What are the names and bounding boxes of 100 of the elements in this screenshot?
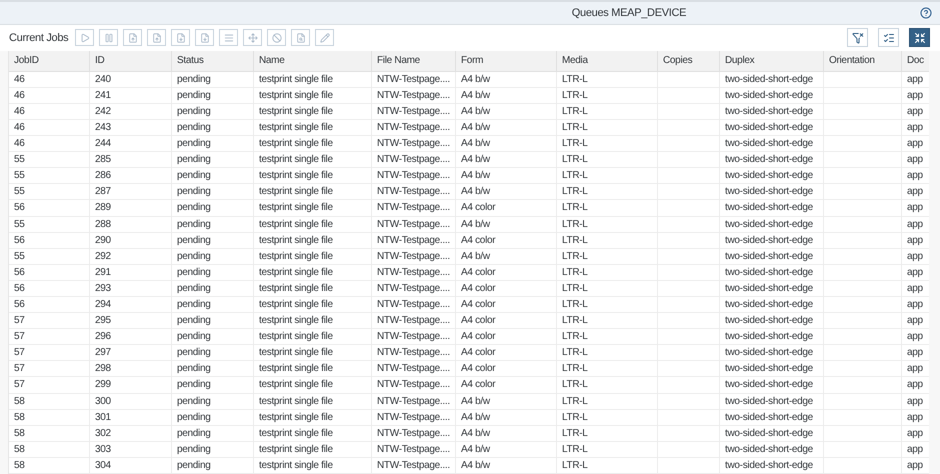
toolbar-button[interactable] — [243, 29, 262, 46]
table-cell-text: testprint single file — [259, 234, 333, 248]
column-header[interactable]: JobID — [9, 50, 90, 71]
table-cell-text: testprint single file — [259, 330, 333, 344]
table-cell-text: pending — [177, 282, 210, 296]
table-cell-text: 58 — [14, 458, 25, 473]
table-cell-text: two-sided-short-edge — [725, 201, 813, 216]
table-cell-text: testprint single file — [259, 72, 333, 87]
table-cell-text: 297 — [95, 346, 111, 360]
table-cell-text: A4 b/w — [461, 104, 490, 119]
file-down-icon — [200, 32, 210, 43]
table-cell-text: two-sided-short-edge — [725, 185, 813, 200]
table-cell-text: A4 color — [461, 201, 496, 216]
table-cell-text: two-sided-short-edge — [725, 88, 813, 103]
table-cell-text: testprint single file — [259, 458, 333, 473]
column-header[interactable]: Duplex — [720, 50, 824, 71]
table-cell-text: LTR-L — [562, 250, 588, 264]
table-cell-text: 302 — [95, 426, 111, 441]
table-cell-text: app — [907, 362, 923, 376]
table-cell-text: NTW-Testpage.... — [377, 330, 450, 344]
toolbar-button[interactable] — [171, 29, 190, 46]
table-cell-text: NTW-Testpage.... — [377, 410, 450, 425]
table-cell-text: 291 — [95, 266, 111, 280]
table-cell-text: NTW-Testpage.... — [377, 378, 450, 392]
table-cell-text: 58 — [14, 442, 25, 457]
table-cell-text: testprint single file — [259, 88, 333, 103]
cancel-icon — [272, 32, 282, 43]
table-cell-text: two-sided-short-edge — [725, 458, 813, 473]
pencil-icon — [320, 32, 330, 43]
column-header[interactable]: Name — [254, 50, 372, 71]
column-header[interactable]: File Name — [372, 50, 456, 71]
toolbar-button[interactable] — [267, 29, 286, 46]
column-header[interactable]: ID — [90, 50, 172, 71]
table-cell-text: NTW-Testpage.... — [377, 314, 450, 328]
table-cell-text: 303 — [95, 442, 111, 457]
table-cell-text: app — [907, 378, 923, 392]
table-cell-text: 57 — [14, 314, 25, 328]
table-cell-text: 240 — [95, 72, 111, 87]
table-cell-text: app — [907, 88, 923, 103]
column-header[interactable]: Status — [172, 50, 254, 71]
toolbar-button[interactable] — [99, 29, 118, 46]
table-cell-text: 56 — [14, 266, 25, 280]
table-cell-text: two-sided-short-edge — [725, 346, 813, 360]
toolbar-button[interactable] — [315, 29, 334, 46]
table-cell-text: testprint single file — [259, 120, 333, 135]
toolbar-button[interactable] — [75, 29, 94, 46]
toolbar-button[interactable] — [219, 29, 238, 46]
table-cell-text: pending — [177, 185, 210, 200]
table-cell-text: pending — [177, 346, 210, 360]
table-cell-text: LTR-L — [562, 266, 588, 280]
column-header[interactable]: Orientation — [824, 50, 902, 71]
table-cell-text: NTW-Testpage.... — [377, 104, 450, 119]
help-icon[interactable] — [920, 7, 932, 20]
column-header[interactable]: Doc — [902, 50, 929, 71]
table-cell-text: 58 — [14, 394, 25, 409]
table-cell-text: 298 — [95, 362, 111, 376]
toolbar-button[interactable] — [291, 29, 310, 46]
table-cell-text: app — [907, 346, 923, 360]
table-cell-text: 294 — [95, 298, 111, 312]
table-cell-text: testprint single file — [259, 298, 333, 312]
table-cell-text: LTR-L — [562, 120, 588, 135]
table-cell-text: pending — [177, 362, 210, 376]
pause-icon — [104, 32, 114, 43]
table-cell-text: app — [907, 266, 923, 280]
table-cell-text: A4 b/w — [461, 426, 490, 441]
table-cell-text: testprint single file — [259, 201, 333, 216]
table-cell-text: pending — [177, 426, 210, 441]
toolbar-button[interactable] — [123, 29, 142, 46]
table-cell-text: 57 — [14, 330, 25, 344]
table-cell-text: pending — [177, 104, 210, 119]
column-header[interactable]: Copies — [658, 50, 720, 71]
table-cell-text: A4 b/w — [461, 218, 490, 232]
table-cell-text: LTR-L — [562, 426, 588, 441]
table-cell-text: 287 — [95, 185, 111, 200]
table-cell-text: two-sided-short-edge — [725, 250, 813, 264]
table-cell-text: app — [907, 458, 923, 473]
filter-clear-icon — [852, 32, 864, 44]
table-cell-text: two-sided-short-edge — [725, 410, 813, 425]
table-cell-text: testprint single file — [259, 410, 333, 425]
toolbar-button[interactable] — [147, 29, 166, 46]
table-cell-text: NTW-Testpage.... — [377, 426, 450, 441]
table-cell-text: NTW-Testpage.... — [377, 266, 450, 280]
table-cell-text: 57 — [14, 362, 25, 376]
column-header[interactable]: Form — [456, 50, 557, 71]
table-cell-text: app — [907, 442, 923, 457]
table-cell-text: two-sided-short-edge — [725, 137, 813, 152]
table-cell-text: pending — [177, 72, 210, 87]
table-cell-text: app — [907, 201, 923, 216]
table-cell-text: LTR-L — [562, 169, 588, 184]
table-cell-text: 46 — [14, 104, 25, 119]
table-cell-text: NTW-Testpage.... — [377, 298, 450, 312]
table-cell-text: two-sided-short-edge — [725, 362, 813, 376]
toolbar-button[interactable] — [195, 29, 214, 46]
window-title: Queues MEAP_DEVICE — [572, 6, 686, 21]
table-cell-text: 300 — [95, 394, 111, 409]
table-cell-text: LTR-L — [562, 410, 588, 425]
table-cell-text: LTR-L — [562, 72, 588, 87]
column-header[interactable]: Media — [557, 50, 658, 71]
table-cell-text: LTR-L — [562, 458, 588, 473]
toolbar-toggle[interactable] — [909, 28, 930, 48]
